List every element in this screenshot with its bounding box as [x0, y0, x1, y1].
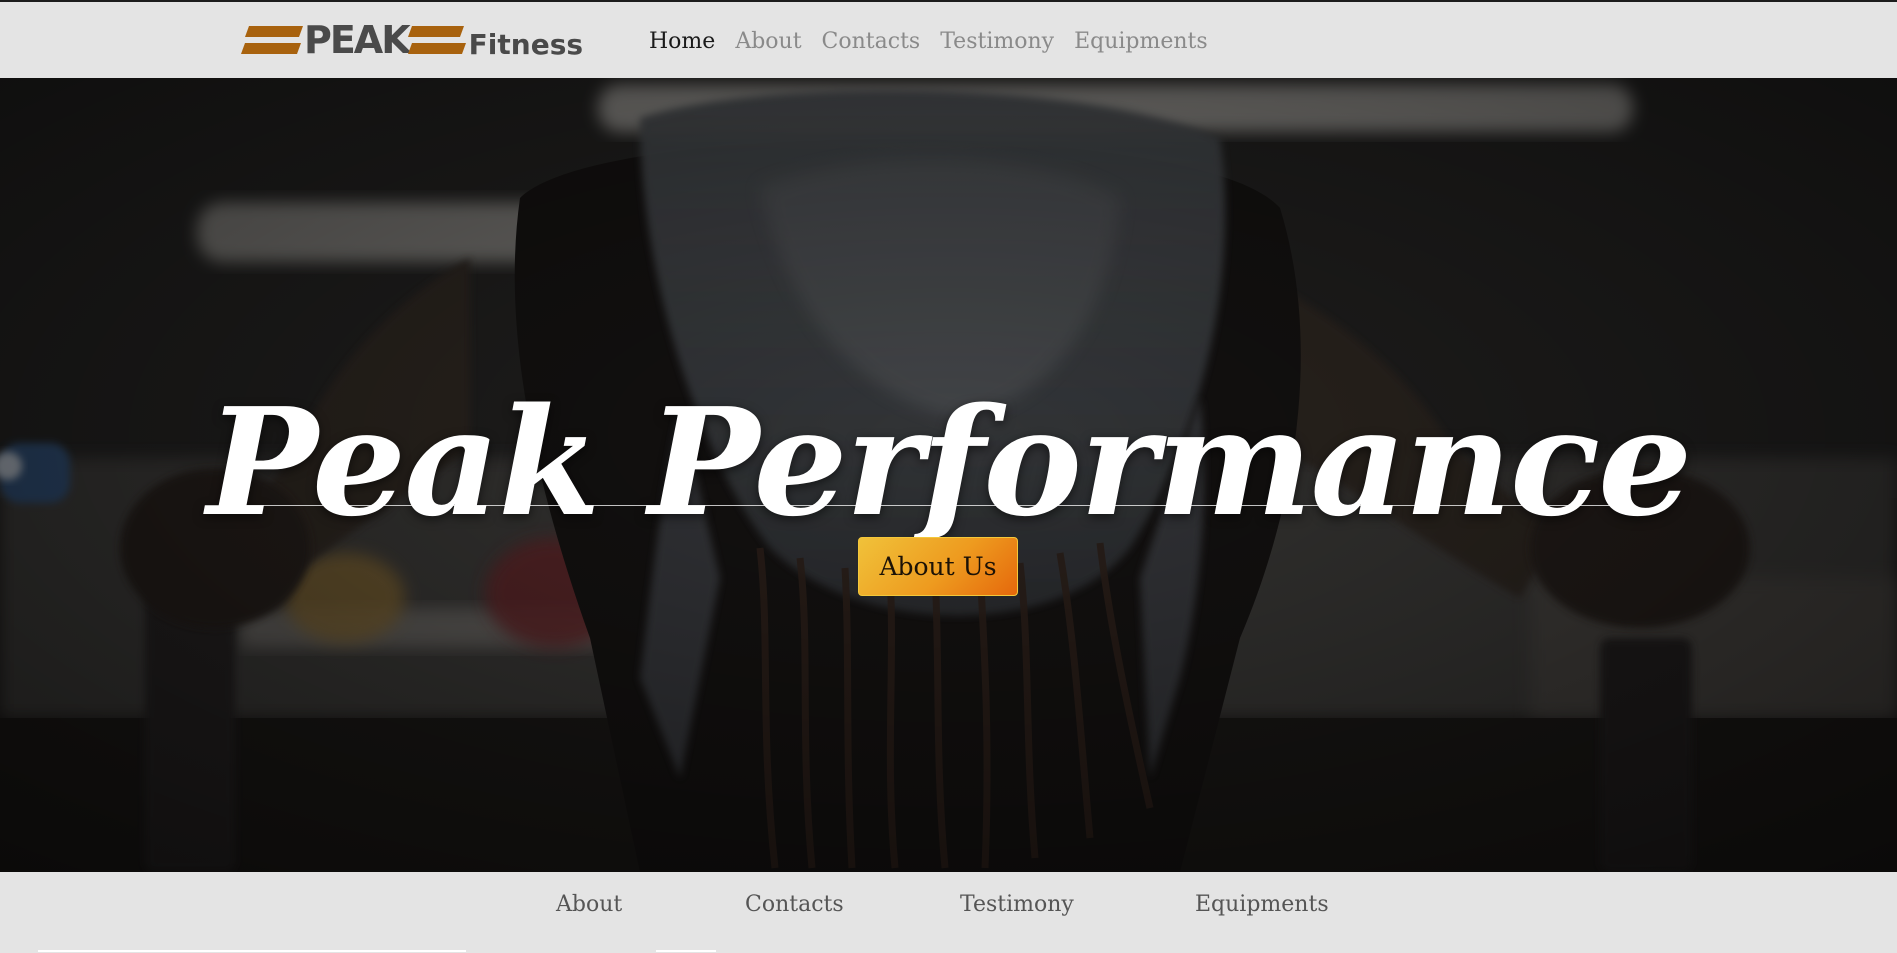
nav-item-home[interactable]: Home [649, 24, 715, 60]
logo-stripes-right-icon [407, 26, 466, 54]
top-navbar: PEAK Fitness Home About Contacts Testimo… [0, 0, 1897, 78]
footer-link-contacts[interactable]: Contacts [745, 892, 844, 917]
footer-divider-center [656, 950, 716, 952]
logo-peak-text: PEAK [304, 18, 411, 62]
brand-logo[interactable]: PEAK Fitness [240, 18, 584, 62]
footer-divider-left [38, 950, 466, 952]
about-us-button[interactable]: About Us [858, 537, 1018, 596]
footer-link-about[interactable]: About [556, 892, 622, 917]
hero-section: Peak Performance About Us [0, 78, 1897, 872]
nav-item-testimony[interactable]: Testimony [940, 24, 1054, 60]
footer-nav: About Contacts Testimony Equipments [0, 872, 1897, 953]
logo-stripes-left-icon [240, 26, 304, 54]
logo-fitness-text: Fitness [468, 28, 584, 61]
hero-divider [244, 505, 1633, 506]
nav-item-contacts[interactable]: Contacts [822, 24, 921, 60]
footer-link-testimony[interactable]: Testimony [960, 892, 1074, 917]
nav-item-about[interactable]: About [735, 24, 801, 60]
nav-item-equipments[interactable]: Equipments [1074, 24, 1208, 60]
footer-link-equipments[interactable]: Equipments [1195, 892, 1329, 917]
main-nav: Home About Contacts Testimony Equipments [649, 24, 1228, 60]
hero-title: Peak Performance [206, 375, 1693, 549]
